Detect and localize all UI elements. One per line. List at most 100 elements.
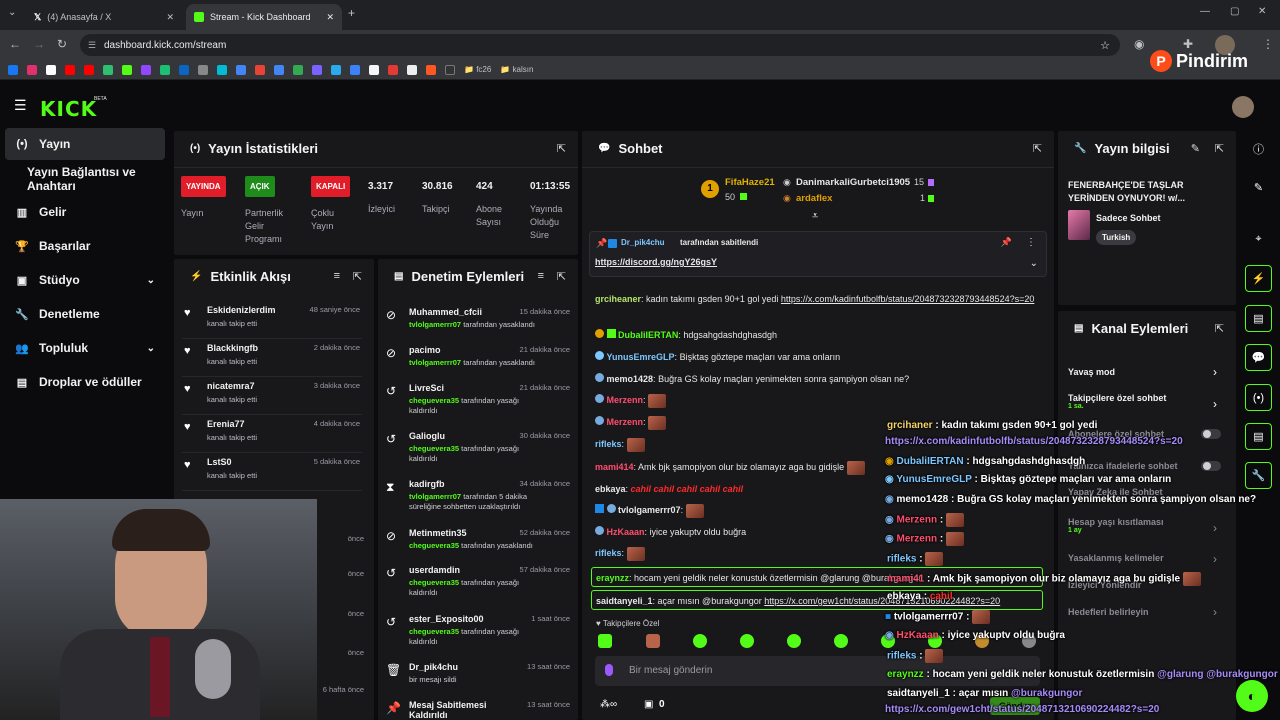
emote-icon[interactable] (787, 634, 801, 648)
feed-username[interactable]: Erenia77 (207, 419, 245, 429)
minimize-icon[interactable]: — (1200, 6, 1210, 17)
chat-username[interactable]: Merzenn (607, 417, 644, 427)
kick-logo[interactable]: KICK (40, 97, 97, 121)
moderator-name[interactable]: cheguevera35 (409, 541, 459, 550)
bookmark-icon[interactable] (445, 64, 455, 75)
pinned-link[interactable]: https://discord.gg/ngY26gsY (595, 257, 717, 267)
mod-target[interactable]: userdamdin (409, 565, 460, 575)
filter-icon[interactable]: ≡ (334, 270, 340, 282)
sidebar-item-yayin[interactable]: (•) Yayın (5, 128, 165, 160)
bookmark-icon[interactable] (312, 64, 322, 75)
chevron-right-icon[interactable]: › (1213, 521, 1217, 535)
mod-target[interactable]: Metinmetin35 (409, 528, 467, 538)
bookmark-icon[interactable] (331, 64, 341, 75)
sidebar-item-stream-key[interactable]: Yayın Bağlantısı ve Anahtarı (5, 163, 165, 195)
chat-username[interactable]: HzKaaan (607, 527, 645, 537)
back-icon[interactable]: ← (9, 37, 21, 51)
bookmark-icon[interactable] (388, 64, 398, 75)
emote-only-toggle[interactable] (1201, 461, 1221, 471)
address-bar[interactable]: ☰ dashboard.kick.com/stream ☆ (80, 34, 1120, 56)
expand-leaderboard-icon[interactable]: ⩡ (812, 210, 818, 223)
x-icon[interactable] (46, 64, 56, 75)
sidebar-item-denetleme[interactable]: 🔧 Denetleme (5, 298, 165, 330)
bookmark-icon[interactable] (293, 64, 303, 75)
feed-username[interactable]: nicatemra7 (207, 381, 255, 391)
mod-target[interactable]: Galioglu (409, 431, 445, 441)
hamburger-menu-icon[interactable]: ☰ (14, 97, 27, 114)
moderator-name[interactable]: cheguevera35 (409, 578, 459, 587)
popout-icon[interactable]: ⇱ (1033, 142, 1042, 155)
moderator-name[interactable]: tvlolgamerrr07 (409, 358, 461, 367)
bookmark-icon[interactable] (274, 64, 284, 75)
facebook-icon[interactable] (8, 64, 18, 75)
new-tab-icon[interactable]: + (348, 6, 355, 20)
channel-action-goals[interactable]: Hedefleri belirleyin (1068, 607, 1149, 617)
chat-bubble-icon[interactable]: 💬 (1245, 344, 1272, 371)
bookmark-folder-kalsin[interactable]: 📁 kalsın (500, 65, 533, 74)
bolt-icon[interactable]: ⚡ (1245, 265, 1272, 292)
star-icon[interactable]: ☆ (1100, 39, 1110, 52)
maximize-icon[interactable]: ▢ (1230, 6, 1239, 17)
sidebar-item-basarilar[interactable]: 🏆 Başarılar (5, 230, 165, 262)
site-info-icon[interactable]: ☰ (88, 40, 96, 51)
channel-action-banned-words[interactable]: Yasaklanmış kelimeler (1068, 553, 1164, 563)
chat-username[interactable]: saidtanyeli_1 (596, 596, 653, 606)
emote-icon[interactable] (598, 634, 612, 648)
document-icon[interactable]: ▤ (1245, 305, 1272, 332)
kick-icon[interactable] (122, 64, 132, 75)
emote-icon[interactable] (834, 634, 848, 648)
bookmark-icon[interactable] (426, 64, 436, 75)
focus-icon[interactable]: ⌖ (1245, 226, 1272, 253)
popout-icon[interactable]: ⇱ (557, 142, 566, 155)
feed-username[interactable]: LstS0 (207, 457, 232, 467)
chat-username[interactable]: YunusEmreGLP (607, 352, 675, 362)
bookmark-icon[interactable] (255, 64, 265, 75)
bookmark-icon[interactable] (198, 64, 208, 75)
bookmark-icon[interactable] (103, 64, 113, 75)
bookmark-icon[interactable] (236, 64, 246, 75)
chevron-right-icon[interactable]: › (1213, 365, 1217, 379)
channel-action-slow-mode[interactable]: Yavaş mod (1068, 367, 1115, 377)
chevron-right-icon[interactable]: › (1213, 605, 1217, 619)
reload-icon[interactable]: ↻ (57, 37, 67, 51)
moderator-name[interactable]: cheguevera35 (409, 444, 459, 453)
infinity-icon[interactable]: ⁂∞ (600, 699, 617, 710)
linkedin-icon[interactable] (179, 64, 189, 75)
stream-category[interactable]: Sadece Sohbet (1096, 213, 1161, 223)
edit-pencil-icon[interactable]: ✎ (1191, 142, 1200, 155)
window-close-icon[interactable]: ✕ (1258, 6, 1266, 17)
chat-link[interactable]: https://x.com/gew1cht/status/20487132106… (764, 596, 1000, 606)
youtube-icon[interactable] (65, 64, 75, 75)
chat-username[interactable]: mami414 (595, 462, 634, 472)
pin-icon[interactable]: 📌 (1001, 237, 1012, 248)
mod-target[interactable]: Dr_pik4chu (409, 662, 458, 672)
filter-icon[interactable]: ≡ (538, 270, 544, 282)
emote-icon[interactable] (693, 634, 707, 648)
channel-action-account-age[interactable]: Hesap yaşı kısıtlaması 1 ay (1068, 517, 1164, 534)
chat-username[interactable]: grciheaner (595, 294, 641, 304)
chat-link[interactable]: https://x.com/kadinfutbolfb/status/20487… (781, 294, 1034, 304)
chevron-down-icon[interactable]: ⌄ (1030, 258, 1038, 269)
forward-icon[interactable]: → (33, 37, 45, 51)
mod-target[interactable]: kadirgfb (409, 479, 445, 489)
sidebar-item-droplar[interactable]: ▤ Droplar ve ödüller (5, 366, 165, 398)
chat-username[interactable]: Merzenn (607, 395, 644, 405)
list-icon[interactable]: ▤ (1245, 423, 1272, 450)
chat-username[interactable]: ebkaya (595, 484, 626, 494)
more-options-icon[interactable]: ⋮ (1026, 237, 1036, 248)
tab-kick-dashboard[interactable]: Stream - Kick Dashboard ✕ (186, 4, 342, 30)
bookmark-folder-fc26[interactable]: 📁 fc26 (464, 65, 491, 74)
popout-icon[interactable]: ⇱ (1215, 142, 1224, 155)
tab-x[interactable]: 𝕏 (4) Anasayfa / X ✕ (26, 4, 182, 30)
chat-username[interactable]: DubaliIERTAN (618, 330, 678, 340)
edit-pencil-icon[interactable]: ✎ (1245, 174, 1272, 201)
extension-icon[interactable]: ◉ (1134, 37, 1144, 51)
wrench-icon[interactable]: 🔧 (1245, 462, 1272, 489)
subs-only-toggle[interactable] (1201, 429, 1221, 439)
info-icon[interactable]: ⓘ (1245, 135, 1272, 162)
menu-dots-icon[interactable]: ⋮ (1262, 37, 1274, 51)
moderator-name[interactable]: tvlolgamerrr07 (409, 320, 461, 329)
sidebar-item-gelir[interactable]: ▥ Gelir (5, 196, 165, 228)
bookmark-icon[interactable] (160, 64, 170, 75)
sidebar-item-studyo[interactable]: ▣ Stüdyo ⌄ (5, 264, 165, 296)
